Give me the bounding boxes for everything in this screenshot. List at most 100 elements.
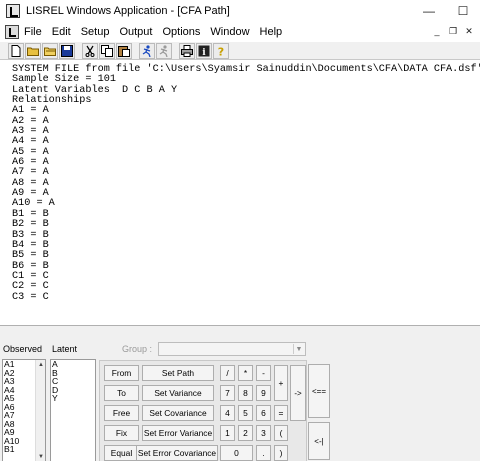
editor-line: C1 = C: [12, 270, 49, 282]
window-controls: — ☐: [412, 0, 480, 22]
menu-setup[interactable]: Setup: [76, 26, 115, 38]
decimal-key[interactable]: .: [256, 445, 271, 461]
equals-key[interactable]: =: [274, 405, 288, 421]
lisrel-app-icon[interactable]: [6, 4, 20, 18]
document-window-controls: _ ❐ ✕: [430, 24, 476, 38]
menu-edit[interactable]: Edit: [47, 26, 76, 38]
editor-line: A10 = A: [12, 198, 55, 210]
editor-line: A9 = A: [12, 188, 49, 200]
key-3[interactable]: 3: [256, 425, 271, 441]
open-icon[interactable]: [25, 42, 41, 59]
open-folder-icon[interactable]: [42, 42, 58, 59]
editor-line: A7 = A: [12, 167, 49, 179]
group-select[interactable]: ▼: [158, 342, 306, 356]
key-1[interactable]: 1: [220, 425, 235, 441]
scroll-down-icon[interactable]: ▼: [36, 452, 45, 461]
latent-variables-list[interactable]: ABCDY: [50, 359, 96, 461]
editor-line: Relationships: [12, 95, 92, 107]
key-2[interactable]: 2: [238, 425, 253, 441]
arrow-right-button[interactable]: ->: [290, 365, 306, 421]
svg-text:i: i: [202, 48, 206, 57]
key-7[interactable]: 7: [220, 385, 235, 401]
left-paren-key[interactable]: (: [274, 425, 288, 441]
editor-line: B4 = B: [12, 239, 49, 251]
key-5[interactable]: 5: [238, 405, 253, 421]
svg-text:?: ?: [218, 45, 224, 57]
observed-list-scrollbar[interactable]: ▲ ▼: [35, 360, 45, 461]
path-builder-panel: Observed Latent Group : ▼ A1 A2 A3 A4 A5 A6 A7…: [0, 325, 480, 461]
right-paren-key[interactable]: ): [274, 445, 288, 461]
to-button[interactable]: To: [104, 385, 139, 401]
editor-line: A1 = A: [12, 105, 49, 117]
toolbar: i ?: [0, 42, 480, 60]
editor-line: A2 = A: [12, 115, 49, 127]
copy-icon[interactable]: [99, 42, 115, 59]
observed-variables-list[interactable]: A1 A2 A3 A4 A5 A6 A7 A8 A9 A10 B1 ▲ ▼: [2, 359, 46, 461]
key-9[interactable]: 9: [256, 385, 271, 401]
editor-line: A5 = A: [12, 146, 49, 158]
document-minimize-button[interactable]: _: [430, 24, 444, 38]
double-arrow-button[interactable]: <==: [308, 364, 330, 418]
free-button[interactable]: Free: [104, 405, 139, 421]
document-icon[interactable]: [5, 25, 19, 39]
set-covariance-button[interactable]: Set Covariance: [142, 405, 214, 421]
menu-output[interactable]: Output: [114, 26, 157, 38]
editor-line: A4 = A: [12, 136, 49, 148]
print-icon[interactable]: [179, 42, 195, 59]
editor-line: B2 = B: [12, 219, 49, 231]
editor-line: B3 = B: [12, 229, 49, 241]
latent-variable-item[interactable]: Y: [51, 394, 95, 403]
key-4[interactable]: 4: [220, 405, 235, 421]
run-icon[interactable]: [139, 42, 155, 59]
editor-line: C2 = C: [12, 281, 49, 293]
arrow-column: <== <-|: [308, 359, 480, 461]
editor-line: C3 = C: [12, 291, 49, 303]
group-label: Group :: [122, 344, 153, 354]
fix-button[interactable]: Fix: [104, 425, 139, 441]
chevron-down-icon[interactable]: ▼: [293, 344, 304, 354]
editor-line: A6 = A: [12, 157, 49, 169]
syntax-editor[interactable]: SYSTEM FILE from file 'C:\Users\Syamsir …: [0, 61, 480, 325]
plus-key[interactable]: +: [274, 365, 288, 401]
set-path-button[interactable]: Set Path: [142, 365, 214, 381]
menu-file[interactable]: File: [19, 26, 47, 38]
menu-bar: File Edit Setup Output Options Window He…: [0, 22, 480, 42]
help-icon[interactable]: ?: [213, 42, 229, 59]
run-disabled-icon: [156, 42, 172, 59]
key-8[interactable]: 8: [238, 385, 253, 401]
minus-key[interactable]: -: [256, 365, 271, 381]
document-close-button[interactable]: ✕: [462, 24, 476, 38]
window-title: LISREL Windows Application - [CFA Path]: [26, 5, 230, 17]
editor-line: B1 = B: [12, 208, 49, 220]
minimize-button[interactable]: —: [412, 0, 446, 22]
cut-icon[interactable]: [82, 42, 98, 59]
key-0[interactable]: 0: [220, 445, 253, 461]
editor-line: A3 = A: [12, 126, 49, 138]
observed-label: Observed: [3, 344, 43, 354]
divide-key[interactable]: /: [220, 365, 235, 381]
set-error-variance-button[interactable]: Set Error Variance: [142, 425, 214, 441]
menu-help[interactable]: Help: [255, 26, 288, 38]
set-error-covariance-button[interactable]: Set Error Covariance: [136, 445, 218, 461]
from-button[interactable]: From: [104, 365, 139, 381]
editor-line: B6 = B: [12, 260, 49, 272]
back-arrow-button[interactable]: <-|: [308, 422, 330, 460]
menu-window[interactable]: Window: [205, 26, 254, 38]
info-icon[interactable]: i: [196, 42, 212, 59]
command-buttons-area: From To Free Fix Equal Set Path Set Vari…: [99, 360, 307, 461]
menu-options[interactable]: Options: [157, 26, 205, 38]
latent-label: Latent: [52, 344, 78, 354]
editor-line: A8 = A: [12, 177, 49, 189]
multiply-key[interactable]: *: [238, 365, 253, 381]
key-6[interactable]: 6: [256, 405, 271, 421]
title-bar: LISREL Windows Application - [CFA Path] …: [0, 0, 480, 22]
equal-button[interactable]: Equal: [104, 445, 139, 461]
editor-line: B5 = B: [12, 250, 49, 262]
scroll-up-icon[interactable]: ▲: [36, 360, 45, 369]
save-icon[interactable]: [59, 42, 75, 59]
document-restore-button[interactable]: ❐: [446, 24, 460, 38]
paste-icon[interactable]: [116, 42, 132, 59]
set-variance-button[interactable]: Set Variance: [142, 385, 214, 401]
new-icon[interactable]: [8, 42, 24, 59]
maximize-button[interactable]: ☐: [446, 0, 480, 22]
